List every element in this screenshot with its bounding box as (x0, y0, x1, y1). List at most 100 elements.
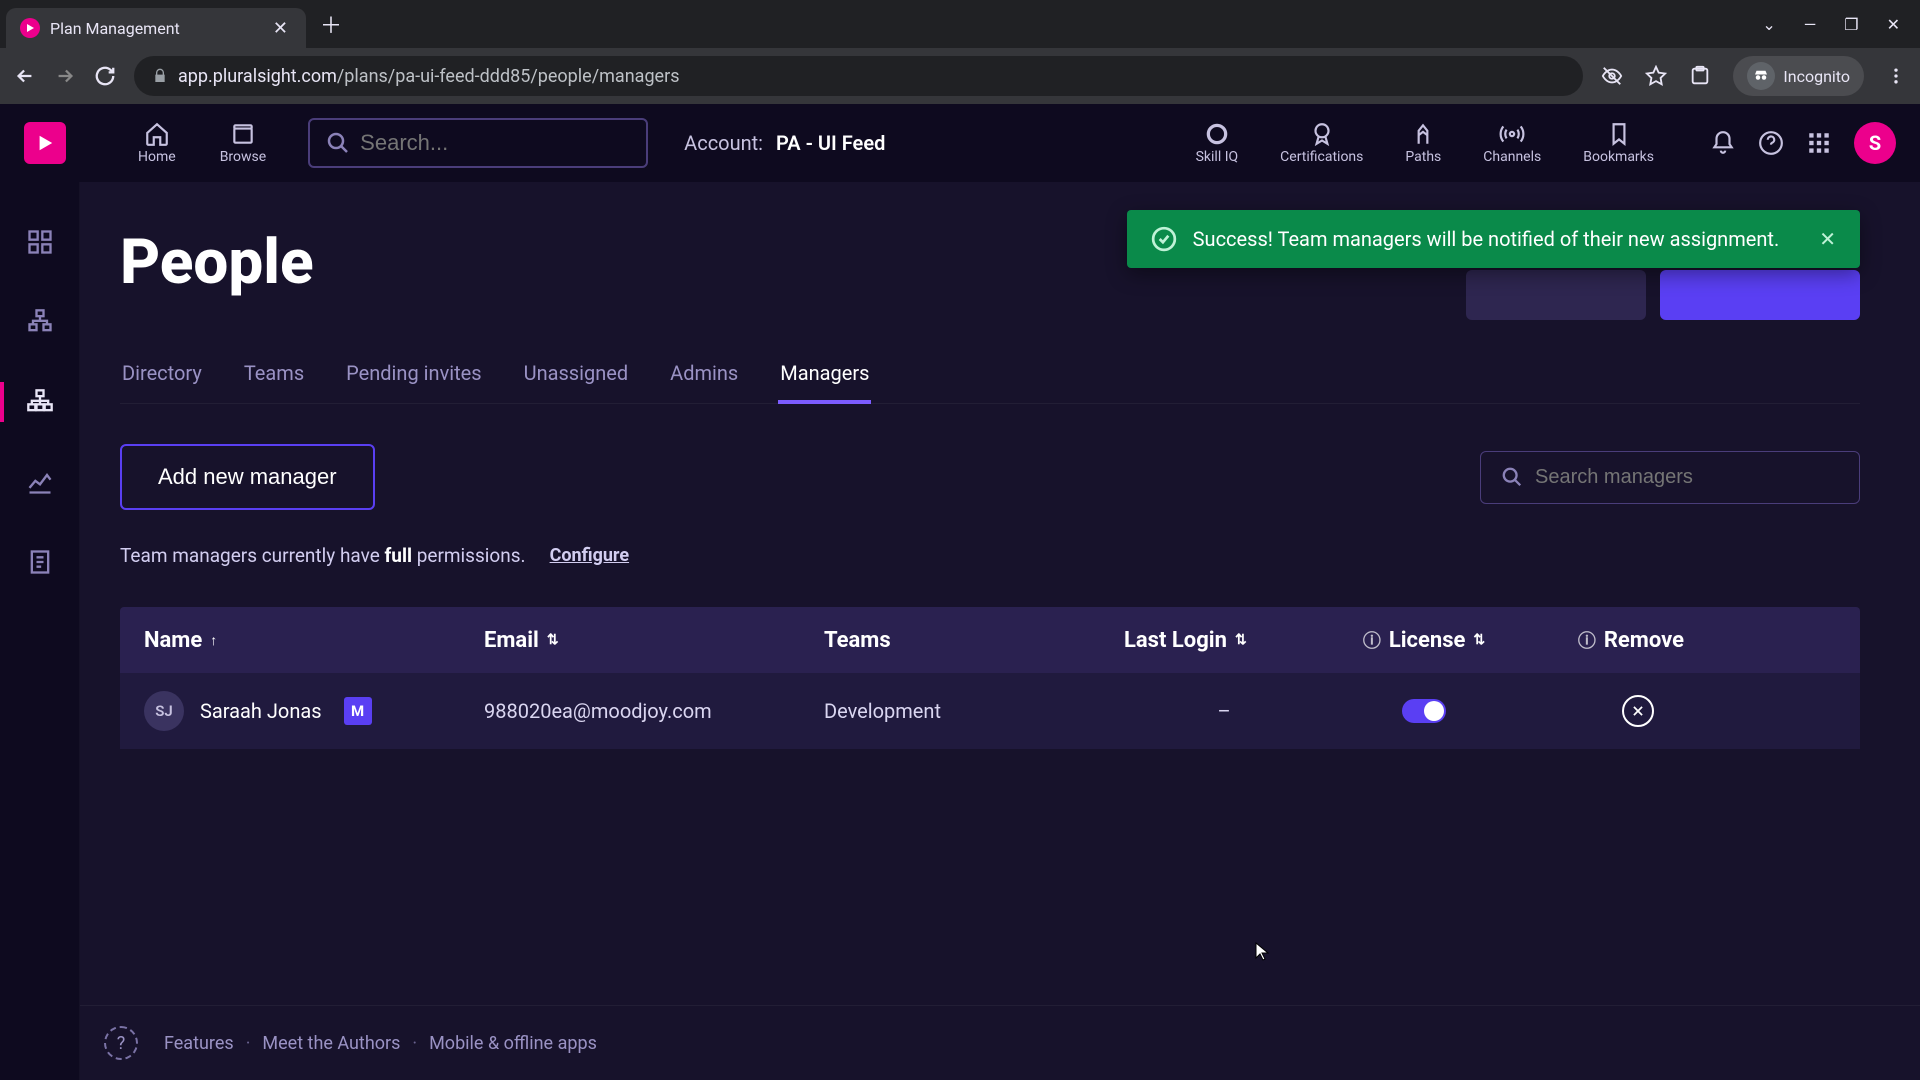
footer-authors[interactable]: Meet the Authors (262, 1033, 400, 1054)
browser-tab[interactable]: Plan Management ✕ (6, 8, 306, 48)
nav-channels[interactable]: Channels (1463, 115, 1561, 171)
new-tab-button[interactable]: ＋ (320, 8, 342, 40)
search-managers[interactable] (1480, 451, 1860, 504)
nav-certifications[interactable]: Certifications (1260, 115, 1383, 171)
tab-title: Plan Management (50, 19, 259, 38)
tab-directory[interactable]: Directory (120, 347, 204, 403)
footer-help-icon[interactable]: ? (104, 1026, 138, 1060)
header-search-input[interactable] (360, 130, 630, 156)
footer-features[interactable]: Features (164, 1033, 234, 1054)
license-cell (1324, 699, 1524, 723)
url-field[interactable]: app.pluralsight.com/plans/pa-ui-feed-ddd… (134, 56, 1583, 96)
tab-unassigned[interactable]: Unassigned (522, 347, 631, 403)
header-search[interactable] (308, 118, 648, 168)
permissions-note: Team managers currently have full permis… (120, 544, 1860, 567)
tab-pending-invites[interactable]: Pending invites (344, 347, 483, 403)
secondary-action-button[interactable] (1466, 270, 1646, 320)
close-window-icon[interactable]: ✕ (1887, 15, 1900, 34)
nav-home[interactable]: Home (118, 115, 196, 171)
eye-off-icon[interactable] (1601, 65, 1623, 87)
apps-grid-icon[interactable] (1806, 130, 1832, 156)
nav-forward-icon[interactable] (54, 65, 76, 87)
account-switcher[interactable]: Account: PA - UI Feed (684, 131, 885, 155)
primary-action-button[interactable] (1660, 270, 1860, 320)
table-header: Name ↑ Email ⇅ Teams Last Login ⇅ ⓘ Lice… (120, 607, 1860, 673)
reload-icon[interactable] (94, 65, 116, 87)
tab-admins[interactable]: Admins (668, 347, 740, 403)
header-nav-right: Skill IQ Certifications Paths Channels B… (1176, 115, 1674, 171)
tab-teams[interactable]: Teams (242, 347, 306, 403)
toast-message: Success! Team managers will be notified … (1193, 227, 1780, 251)
bookmark-star-icon[interactable] (1645, 65, 1667, 87)
check-circle-icon (1151, 226, 1177, 252)
nav-bookmarks[interactable]: Bookmarks (1563, 115, 1674, 171)
page-tabs: Directory Teams Pending invites Unassign… (120, 347, 1860, 404)
url-bar-icons: Incognito (1601, 56, 1906, 96)
header-action-buttons (1466, 270, 1860, 320)
col-last-login[interactable]: Last Login ⇅ (1124, 628, 1324, 653)
main-pane: Success! Team managers will be notified … (80, 182, 1920, 1080)
minimize-icon[interactable]: ― (1804, 15, 1817, 34)
browse-icon (230, 121, 256, 147)
user-avatar[interactable]: S (1854, 122, 1896, 164)
rail-org[interactable] (20, 302, 60, 342)
bookmarks-icon (1606, 121, 1632, 147)
last-login-cell: – (1124, 699, 1324, 723)
app-logo[interactable] (24, 122, 66, 164)
maximize-icon[interactable]: ❐ (1844, 15, 1858, 34)
rail-log[interactable] (20, 542, 60, 582)
lock-icon (152, 68, 168, 84)
notifications-icon[interactable] (1710, 130, 1736, 156)
row-avatar: SJ (144, 691, 184, 731)
tab-bar: Plan Management ✕ ＋ ⌄ ― ❐ ✕ (0, 0, 1920, 48)
tab-close-icon[interactable]: ✕ (269, 18, 292, 39)
remove-button[interactable] (1622, 695, 1654, 727)
col-name[interactable]: Name ↑ (144, 628, 484, 653)
incognito-badge[interactable]: Incognito (1733, 56, 1864, 96)
footer-mobile[interactable]: Mobile & offline apps (429, 1033, 597, 1054)
add-manager-button[interactable]: Add new manager (120, 444, 375, 510)
managers-table: Name ↑ Email ⇅ Teams Last Login ⇅ ⓘ Lice… (120, 607, 1860, 749)
certifications-icon (1309, 121, 1335, 147)
success-toast: Success! Team managers will be notified … (1127, 210, 1860, 268)
url-bar: app.pluralsight.com/plans/pa-ui-feed-ddd… (0, 48, 1920, 104)
paths-icon (1410, 121, 1436, 147)
manager-badge: M (344, 697, 372, 725)
name-cell[interactable]: SJ Saraah Jonas M (144, 691, 484, 731)
rail-people[interactable] (20, 382, 60, 422)
app-header: Home Browse Account: PA - UI Feed Skill … (0, 104, 1920, 182)
home-icon (144, 121, 170, 147)
search-icon (1501, 466, 1523, 488)
rail-analytics[interactable] (20, 462, 60, 502)
extensions-icon[interactable] (1689, 65, 1711, 87)
kebab-menu-icon[interactable] (1886, 66, 1906, 86)
nav-back-icon[interactable] (14, 65, 36, 87)
help-icon[interactable] (1758, 130, 1784, 156)
col-email[interactable]: Email ⇅ (484, 628, 824, 653)
remove-cell (1524, 695, 1684, 727)
email-cell: 988020ea@moodjoy.com (484, 699, 824, 723)
left-rail (0, 182, 80, 1080)
nav-browse[interactable]: Browse (200, 115, 286, 171)
rail-dashboard[interactable] (20, 222, 60, 262)
manager-name: Saraah Jonas (200, 699, 322, 723)
nav-skilliq[interactable]: Skill IQ (1176, 115, 1259, 171)
tab-dropdown-icon[interactable]: ⌄ (1762, 15, 1775, 34)
help-circle-icon: ⓘ (1578, 627, 1596, 653)
managers-toolbar: Add new manager (120, 444, 1860, 510)
teams-cell: Development (824, 699, 1124, 723)
nav-paths[interactable]: Paths (1385, 115, 1461, 171)
footer: ? Features · Meet the Authors · Mobile &… (80, 1005, 1920, 1080)
table-row: SJ Saraah Jonas M 988020ea@moodjoy.com D… (120, 673, 1860, 749)
url-text: app.pluralsight.com/plans/pa-ui-feed-ddd… (178, 66, 679, 87)
col-license[interactable]: ⓘ License ⇅ (1324, 627, 1524, 653)
search-managers-input[interactable] (1535, 466, 1839, 489)
toast-close-icon[interactable]: ✕ (1819, 227, 1836, 251)
incognito-icon (1747, 62, 1775, 90)
configure-link[interactable]: Configure (550, 545, 630, 566)
col-remove: ⓘ Remove (1524, 627, 1684, 653)
sort-icon: ⇅ (1473, 632, 1485, 648)
tab-managers[interactable]: Managers (778, 347, 871, 403)
col-teams[interactable]: Teams (824, 628, 1124, 653)
license-toggle[interactable] (1402, 699, 1446, 723)
